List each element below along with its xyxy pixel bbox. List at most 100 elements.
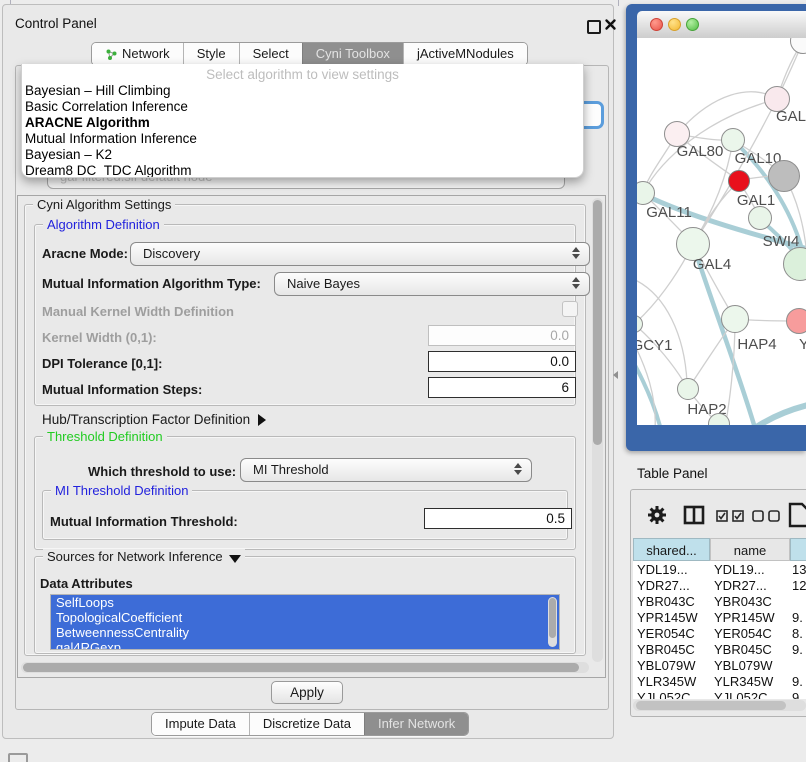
tab-label: Style (197, 43, 226, 65)
cell-value: 9. (792, 610, 803, 626)
cell-shared-name: YDL19... (637, 562, 688, 578)
dropdown-item[interactable]: Basic Correlation Inference (22, 99, 583, 115)
panel-title: Control Panel (15, 16, 97, 31)
tab-label: Network (122, 43, 170, 65)
dropdown-item[interactable]: Bayesian – Hill Climbing (22, 83, 583, 99)
aracne-mode-label: Aracne Mode: (42, 246, 128, 261)
group-title: Algorithm Definition (43, 217, 164, 232)
network-canvas[interactable]: GAL GAL80 GAL10 GAL1 GAL11 SWI4 GAL4 GCY… (637, 38, 806, 425)
tab-impute-data[interactable]: Impute Data (152, 713, 249, 735)
cell-name: YDR27... (714, 578, 767, 594)
float-window-icon[interactable] (587, 20, 601, 34)
group-title: Cyni Algorithm Settings (33, 197, 175, 212)
tab-style[interactable]: Style (183, 43, 239, 65)
hub-definition-section[interactable]: Hub/Transcription Factor Definition (42, 412, 266, 427)
tab-jactivemnodules[interactable]: jActiveMNodules (403, 43, 527, 65)
table-row[interactable]: YBR045C YBR045C 9. (0, 642, 806, 658)
tab-label: Select (253, 43, 289, 65)
cell-name: YBR045C (714, 642, 772, 658)
close-icon[interactable] (604, 18, 617, 31)
tab-discretize-data[interactable]: Discretize Data (249, 713, 364, 735)
hub-definition-label: Hub/Transcription Factor Definition (42, 412, 250, 427)
combobox-value: Naive Bayes (287, 276, 360, 291)
table-row[interactable]: YDL19... YDL19... 13 (0, 562, 806, 578)
expand-arrow-icon[interactable] (258, 414, 266, 426)
algorithm-dropdown-list: Select algorithm to view settings Bayesi… (21, 64, 584, 178)
column-header-partial[interactable] (790, 538, 806, 561)
mi-algorithm-type-combobox[interactable]: Naive Bayes (274, 272, 590, 296)
close-traffic-light[interactable] (650, 18, 663, 31)
select-all-checkboxes-icon[interactable] (716, 510, 746, 522)
deselect-all-checkboxes-icon[interactable] (752, 510, 782, 522)
table-row[interactable]: YLR345W YLR345W 9. (0, 674, 806, 690)
dropdown-item[interactable]: Bayesian – K2 (22, 147, 583, 163)
columns-icon[interactable] (683, 505, 705, 525)
cell-value: 8. (792, 626, 803, 642)
table-row[interactable]: YDR27... YDR27... 12 (0, 578, 806, 594)
node-gray[interactable] (768, 160, 800, 192)
node-hap4[interactable] (721, 305, 749, 333)
tab-label: Infer Network (378, 713, 455, 735)
top-edge-tick-2 (618, 0, 619, 6)
spinner-arrows-icon (514, 463, 522, 479)
document-icon[interactable] (788, 502, 806, 528)
tab-network[interactable]: Network (92, 43, 183, 65)
table-row[interactable]: YBR043C YBR043C (0, 594, 806, 610)
tab-cyni-toolbox[interactable]: Cyni Toolbox (302, 43, 403, 65)
node-label: GAL (776, 108, 806, 125)
tab-label: Discretize Data (263, 713, 351, 735)
gear-icon[interactable] (647, 505, 667, 525)
cell-shared-name: YBL079W (637, 658, 696, 674)
node-gal10[interactable] (721, 128, 745, 152)
dpi-tolerance-field[interactable]: 0.0 (428, 351, 576, 372)
cell-value: 9. (792, 674, 803, 690)
table-row[interactable]: YER054C YER054C 8. (0, 626, 806, 642)
cell-value: 9. (792, 642, 803, 658)
dpi-tolerance-label: DPI Tolerance [0,1]: (42, 356, 162, 371)
network-icon (105, 48, 118, 61)
dropdown-item[interactable]: Mutual Information Inference (22, 131, 583, 147)
minimize-traffic-light[interactable] (668, 18, 681, 31)
node-hap2[interactable] (677, 378, 699, 400)
network-view-window: GAL GAL80 GAL10 GAL1 GAL11 SWI4 GAL4 GCY… (626, 4, 806, 451)
cell-shared-name: YJL052C (637, 690, 690, 699)
tab-select[interactable]: Select (239, 43, 302, 65)
cell-shared-name: YER054C (637, 626, 695, 642)
node-gal1[interactable] (728, 170, 750, 192)
node-unlabeled-2[interactable] (748, 206, 772, 230)
zoom-traffic-light[interactable] (686, 18, 699, 31)
cell-name: YER054C (714, 626, 772, 642)
aracne-mode-combobox[interactable]: Discovery (130, 242, 590, 266)
manual-kernel-width-checkbox[interactable] (562, 301, 578, 317)
table-row-clipped[interactable]: YJL052C YJL052C 9. (0, 690, 806, 699)
mi-threshold-label: Mutual Information Threshold: (50, 514, 238, 529)
node-y[interactable] (786, 308, 806, 334)
splitpane-collapse-handle[interactable] (613, 371, 618, 379)
tab-infer-network[interactable]: Infer Network (364, 713, 468, 735)
bottom-left-panel-icon[interactable] (8, 753, 28, 762)
table-row[interactable]: YBL079W YBL079W (0, 658, 806, 674)
dropdown-item-selected[interactable]: ARACNE Algorithm (22, 115, 583, 131)
cyni-bottom-tabbar: Impute Data Discretize Data Infer Networ… (151, 712, 469, 736)
which-threshold-combobox[interactable]: MI Threshold (240, 458, 532, 482)
cell-shared-name: YLR345W (637, 674, 696, 690)
column-header-shared-name[interactable]: shared... (633, 538, 710, 561)
kernel-width-field[interactable]: 0.0 (428, 325, 576, 346)
mi-steps-field[interactable]: 6 (428, 377, 576, 398)
cell-shared-name: YBR045C (637, 642, 695, 658)
dropdown-item[interactable]: Dream8 DC_TDC Algorithm (22, 163, 583, 178)
node-label: GAL11 (646, 204, 692, 221)
group-title: Threshold Definition (43, 429, 167, 444)
dropdown-placeholder: Select algorithm to view settings (22, 64, 583, 83)
column-header-name[interactable]: name (710, 538, 790, 561)
node-label: GAL80 (677, 143, 724, 160)
spinner-arrows-icon (572, 247, 580, 263)
table-horizontal-scrollbar[interactable] (633, 700, 806, 711)
network-window-titlebar[interactable] (637, 11, 806, 39)
cell-name: YJL052C (714, 690, 767, 699)
node-label: GAL4 (693, 256, 731, 273)
mi-threshold-field[interactable]: 0.5 (424, 508, 572, 529)
cell-shared-name: YBR043C (637, 594, 695, 610)
table-row[interactable]: YPR145W YPR145W 9. (0, 610, 806, 626)
screen: Control Panel Network Style Select (0, 0, 806, 762)
